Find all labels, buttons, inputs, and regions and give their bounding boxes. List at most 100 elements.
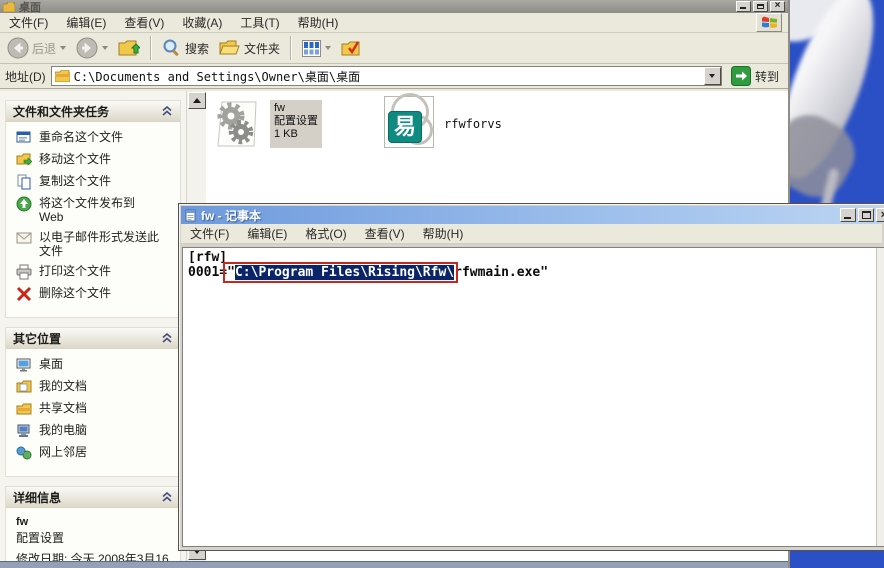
menu-view[interactable]: 查看(V) [356,223,414,244]
notepad-text-area[interactable]: [rfw] 0001="C:\Program Files\Rising\Rfw\… [182,247,884,547]
menu-favorites[interactable]: 收藏(A) [173,12,231,33]
details-file-type: 配置设置 [16,531,65,545]
address-input[interactable]: C:\Documents and Settings\Owner\桌面\桌面 [50,66,722,86]
file-tasks-header[interactable]: 文件和文件夹任务 [6,101,180,122]
task-move-file[interactable]: 移动这个文件 [16,152,176,168]
minimize-button[interactable] [840,208,856,222]
views-icon [302,39,322,57]
address-folder-icon [54,70,70,82]
chevron-up-icon[interactable] [161,106,173,116]
menu-view[interactable]: 查看(V) [115,12,173,33]
file-label-rfwforvs: rfwforvs [444,117,502,131]
back-dropdown-icon[interactable] [60,46,67,50]
place-shared-documents[interactable]: 共享文档 [16,401,176,417]
forward-button[interactable] [73,35,111,61]
desktop-icon [16,358,31,372]
folder-icon [3,1,15,12]
views-dropdown-icon[interactable] [325,46,332,50]
up-folder-icon [118,40,141,56]
text-line-1: [rfw] [188,250,228,265]
menu-format[interactable]: 格式(O) [296,223,355,244]
place-my-computer[interactable]: 我的电脑 [16,423,176,439]
notepad-title: fw - 记事本 [201,208,261,223]
task-print-file[interactable]: 打印这个文件 [16,264,176,280]
task-publish-web[interactable]: 将这个文件发布到 Web [16,196,176,224]
folders-icon [219,40,240,55]
maximize-button[interactable] [753,1,768,12]
seagull-wallpaper [788,0,884,216]
notepad-window: fw - 记事本 × 文件(F) 编辑(E) 格式(O) 查看(V) 帮助(H)… [178,203,884,551]
scroll-up-button[interactable] [188,92,206,109]
copy-icon [17,174,31,190]
place-network[interactable]: 网上邻居 [16,445,176,461]
folder-check-button[interactable] [338,37,366,60]
views-button[interactable] [299,38,334,59]
file-tasks-panel: 文件和文件夹任务 重命名这个文件 移动这个文件 复制这个文件 将这个文件发布到 … [5,100,181,318]
close-button[interactable]: × [876,208,884,222]
my-computer-icon [17,424,30,437]
shared-documents-icon [16,403,32,415]
go-icon [730,66,751,86]
rename-icon [16,131,31,143]
delete-icon [16,286,32,302]
back-icon [7,37,29,59]
menu-edit[interactable]: 编辑(E) [238,223,296,244]
maximize-button[interactable] [858,208,874,222]
selected-text: C:\Program Files\Rising\Rfw\ [234,265,455,280]
chevron-up-icon[interactable] [161,333,173,343]
place-desktop[interactable]: 桌面 [16,357,176,373]
task-email-file[interactable]: 以电子邮件形式发送此文件 [16,230,176,258]
notepad-icon [185,209,196,221]
easy-language-icon: 易 [384,93,434,148]
print-icon [16,264,32,280]
address-dropdown-button[interactable] [703,67,721,85]
notepad-titlebar[interactable]: fw - 记事本 × [181,206,884,224]
menu-help[interactable]: 帮助(H) [414,223,473,244]
back-button[interactable]: 后退 [4,35,69,61]
folders-label: 文件夹 [244,41,281,56]
menu-file[interactable]: 文件(F) [0,12,57,33]
place-my-documents[interactable]: 我的文档 [16,379,176,395]
back-label: 后退 [32,41,57,56]
text-line-2: 0001="C:\Program Files\Rising\Rfw\rfwmai… [188,262,884,283]
search-icon [163,39,179,56]
forward-dropdown-icon[interactable] [102,46,109,50]
notepad-vertical-scrollbar[interactable] [876,248,884,546]
my-documents-icon [16,380,32,393]
minimize-button[interactable] [736,1,751,12]
toolbar-separator [290,36,293,60]
up-button[interactable] [115,36,143,60]
forward-icon [76,37,98,59]
folder-check-icon [341,40,360,55]
details-modified: 修改日期: 今天 2008年3月16日, 17:41 [16,552,169,561]
publish-web-icon [16,196,32,212]
menu-file[interactable]: 文件(F) [181,223,238,244]
close-button[interactable]: × [770,0,785,12]
network-icon [16,446,32,460]
other-places-header[interactable]: 其它位置 [6,328,180,349]
file-tile-fw[interactable]: fw 配置设置 1 KB [214,100,322,148]
address-value: C:\Documents and Settings\Owner\桌面\桌面 [73,69,361,84]
email-icon [16,232,32,244]
task-delete-file[interactable]: 删除这个文件 [16,286,176,302]
address-label: 地址(D) [5,69,46,84]
search-button[interactable]: 搜索 [159,36,212,60]
chevron-up-icon[interactable] [161,492,173,502]
go-button[interactable]: 转到 [727,65,783,87]
menu-edit[interactable]: 编辑(E) [57,12,115,33]
menu-tools[interactable]: 工具(T) [231,12,288,33]
explorer-bottom-edge [0,561,788,568]
details-header[interactable]: 详细信息 [6,487,180,508]
ini-file-gears-icon [217,101,257,147]
search-label: 搜索 [185,41,210,56]
explorer-toolbar: 后退 搜索 文件夹 [0,33,788,64]
menu-help[interactable]: 帮助(H) [289,12,348,33]
file-tile-rfwforvs[interactable]: 易 rfwforvs [384,93,502,148]
toolbar-separator [150,36,153,60]
explorer-menubar: 文件(F) 编辑(E) 查看(V) 收藏(A) 工具(T) 帮助(H) [0,13,788,33]
details-file-name: fw [16,516,29,528]
task-copy-file[interactable]: 复制这个文件 [16,174,176,190]
folders-button[interactable]: 文件夹 [216,37,283,59]
task-rename-file[interactable]: 重命名这个文件 [16,130,176,146]
file-label-fw: fw 配置设置 1 KB [270,100,322,148]
